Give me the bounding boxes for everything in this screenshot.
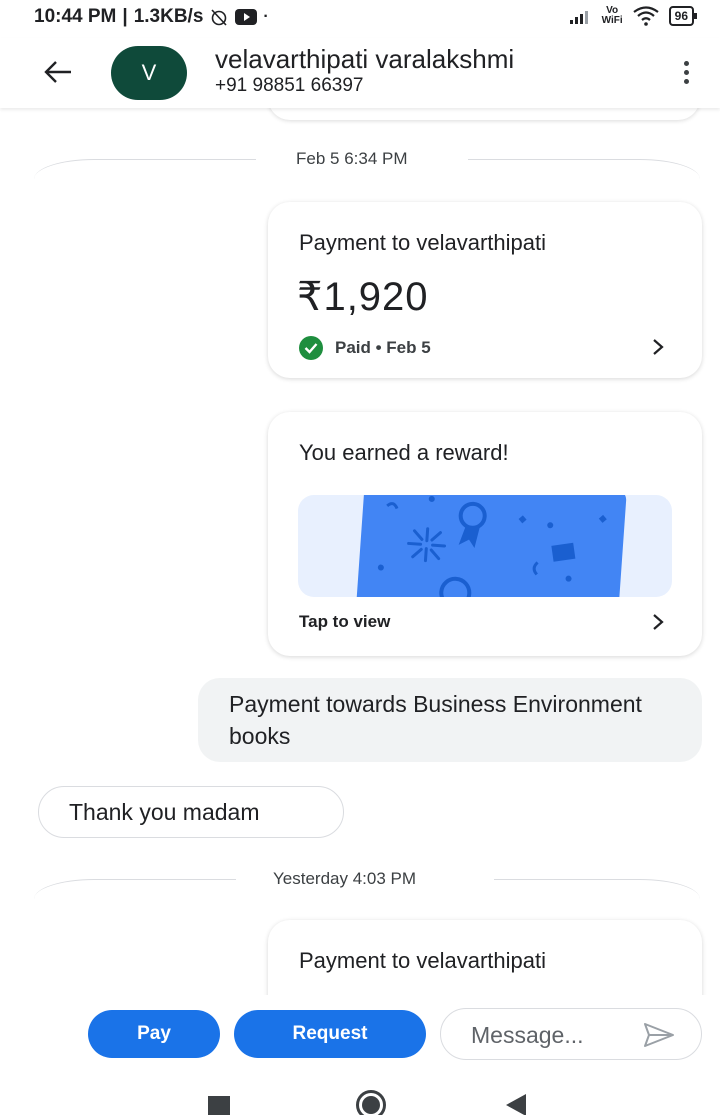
date-separator: Feb 5 6:34 PM [0, 145, 720, 175]
payment-status: Paid • Feb 5 [299, 336, 431, 360]
battery-icon: 96 [668, 6, 698, 26]
app-bar: V velavarthipati varalakshmi +91 98851 6… [0, 38, 720, 108]
chevron-right-icon [650, 336, 666, 358]
back-button[interactable] [38, 52, 78, 92]
status-time: 10:44 PM [34, 6, 117, 27]
wifi-icon [632, 6, 659, 26]
network-speed: 1.3KB/s [133, 6, 204, 27]
message-input[interactable] [471, 1019, 631, 1051]
payment-status-text: Paid • Feb 5 [335, 338, 431, 357]
volte-wifi-icon: Vo WiFi [602, 6, 623, 26]
action-bar: Pay Request [0, 995, 720, 1075]
check-circle-icon [299, 336, 323, 360]
status-right: Vo WiFi 96 [569, 6, 698, 26]
contact-phone: +91 98851 66397 [215, 75, 364, 96]
status-bar: 10:44 PM | 1.3KB/s · Vo WiFi 96 [0, 0, 720, 38]
reward-scratch-card-image[interactable] [298, 495, 672, 597]
more-options-button[interactable] [672, 52, 700, 92]
arrow-left-icon [44, 61, 71, 83]
system-navigation-bar [0, 1075, 720, 1115]
signal-icon [569, 11, 588, 24]
date-label: Yesterday 4:03 PM [273, 869, 417, 888]
send-icon[interactable] [643, 1022, 675, 1048]
payment-card[interactable]: Payment to velavarthipati ₹1,920 Paid • … [268, 202, 702, 378]
status-divider: | [122, 6, 128, 27]
volte-bottom: WiFi [601, 15, 623, 26]
more-vert-icon [683, 60, 689, 66]
chat-history[interactable]: Feb 5 6:34 PM Payment to velavarthipati … [0, 108, 720, 995]
system-back-icon[interactable] [506, 1094, 526, 1115]
reward-title: You earned a reward! [299, 440, 509, 465]
status-left: 10:44 PM | 1.3KB/s · [34, 6, 269, 28]
payment-title: Payment to velavarthipati [299, 948, 547, 973]
reward-card[interactable]: You earned a reward! Tap to view [268, 412, 702, 656]
contact-avatar[interactable]: V [111, 46, 187, 100]
outgoing-message[interactable]: Payment towards Business Environment boo… [198, 678, 702, 762]
message-box[interactable] [440, 1008, 702, 1060]
payment-card[interactable]: Payment to velavarthipati [268, 920, 702, 995]
chevron-right-icon [650, 611, 666, 633]
incoming-message[interactable]: Thank you madam [38, 786, 344, 838]
youtube-icon [235, 9, 258, 25]
pay-button[interactable]: Pay [88, 1010, 220, 1058]
alarm-off-icon [211, 9, 227, 26]
notification-dot-icon: · [263, 8, 269, 25]
payment-title: Payment to velavarthipati [299, 230, 547, 255]
reward-scratch-card-icon [355, 495, 627, 597]
previous-card-partial[interactable] [268, 108, 700, 120]
date-label: Feb 5 6:34 PM [296, 149, 408, 168]
reward-tap-to-view[interactable]: Tap to view [299, 612, 390, 632]
recents-icon[interactable] [208, 1096, 230, 1115]
date-separator: Yesterday 4:03 PM [0, 865, 720, 895]
home-icon[interactable] [356, 1090, 386, 1115]
request-button[interactable]: Request [234, 1010, 426, 1058]
payment-amount: ₹1,920 [297, 275, 429, 319]
contact-name[interactable]: velavarthipati varalakshmi [215, 44, 514, 75]
